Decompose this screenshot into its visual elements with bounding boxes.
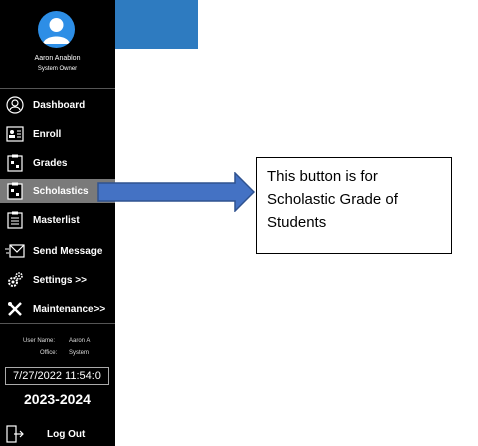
- user-name: Aaron Anablon: [34, 55, 81, 62]
- sidebar-item-settings[interactable]: Settings >>: [0, 268, 115, 292]
- callout-arrow: [97, 172, 255, 212]
- id-card-icon: [5, 124, 25, 144]
- annotation-callout: This button is for Scholastic Grade of S…: [256, 157, 452, 254]
- sidebar-item-dashboard[interactable]: Dashboard: [0, 93, 115, 117]
- logout-button[interactable]: Log Out: [0, 422, 115, 446]
- sidebar-item-label: Maintenance>>: [33, 303, 106, 315]
- sidebar: Aaron Anablon System Owner Dashboard Enr…: [0, 0, 115, 446]
- sidebar-item-label: Dashboard: [33, 99, 86, 111]
- sidebar-item-label: Scholastics: [33, 185, 89, 197]
- clipboard-list-icon: [5, 210, 25, 230]
- username-label: User Name:: [23, 338, 56, 344]
- sidebar-item-send-message[interactable]: Send Message: [0, 239, 115, 263]
- user-role: System Owner: [37, 66, 78, 72]
- user-avatar: [38, 11, 75, 48]
- logout-icon: [5, 424, 25, 444]
- school-year: 2023-2024: [24, 391, 91, 407]
- sidebar-item-maintenance[interactable]: Maintenance>>: [0, 297, 115, 321]
- sidebar-item-label: Send Message: [33, 245, 103, 257]
- username-value: Aaron A: [69, 338, 91, 344]
- sidebar-item-label: Grades: [33, 157, 68, 169]
- header-bar: [115, 0, 198, 49]
- gears-icon: [5, 270, 25, 290]
- grades-icon: [5, 153, 25, 173]
- divider: [0, 323, 115, 324]
- sidebar-item-label: Masterlist: [33, 214, 80, 226]
- office-label: Office:: [40, 350, 58, 356]
- tools-icon: [5, 299, 25, 319]
- sidebar-item-label: Enroll: [33, 128, 62, 140]
- sidebar-item-enroll[interactable]: Enroll: [0, 122, 115, 146]
- envelope-icon: [5, 241, 25, 261]
- divider: [0, 88, 115, 89]
- dashboard-icon: [5, 95, 25, 115]
- office-value: System: [69, 350, 90, 356]
- sidebar-item-label: Settings >>: [33, 274, 87, 286]
- datetime-display: 7/27/2022 11:54:0: [5, 367, 109, 385]
- logout-label: Log Out: [47, 428, 86, 440]
- scholastics-icon: [5, 181, 25, 201]
